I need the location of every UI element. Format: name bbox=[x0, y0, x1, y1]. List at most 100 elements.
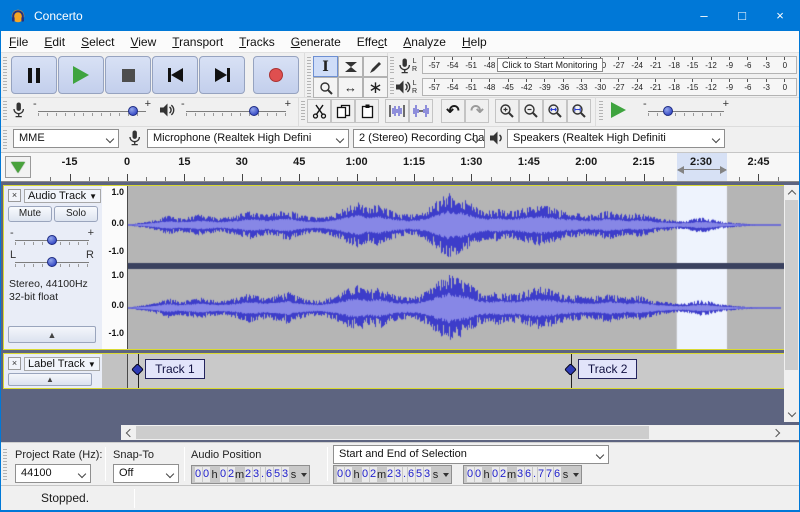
time-digit[interactable]: 3 bbox=[395, 467, 402, 482]
maximize-button[interactable]: □ bbox=[723, 1, 761, 31]
multi-tool-button[interactable]: ∗ bbox=[363, 77, 388, 98]
play-speed-slider[interactable]: - + bbox=[643, 101, 729, 121]
selection-start-field[interactable]: 00h02m23.653s bbox=[333, 465, 452, 484]
time-digit[interactable]: 0 bbox=[195, 467, 202, 482]
time-digit[interactable]: 6 bbox=[554, 467, 561, 482]
time-digit[interactable]: 5 bbox=[416, 467, 423, 482]
vertical-scale-ruler[interactable]: 1.0 0.0 -1.0 1.0 0.0 -1.0 bbox=[102, 186, 128, 349]
draw-tool-button[interactable] bbox=[363, 56, 388, 77]
time-digit[interactable]: 0 bbox=[362, 467, 369, 482]
time-digit[interactable]: m bbox=[507, 469, 516, 481]
skip-to-start-button[interactable] bbox=[152, 56, 198, 94]
envelope-tool-button[interactable] bbox=[338, 56, 363, 77]
time-field-dropdown-arrow[interactable] bbox=[573, 473, 579, 477]
label-flag-icon[interactable] bbox=[564, 363, 577, 376]
pan-slider[interactable]: L R bbox=[10, 252, 94, 272]
time-digit[interactable]: h bbox=[352, 469, 361, 481]
close-button[interactable]: × bbox=[761, 1, 799, 31]
record-meter-grip[interactable] bbox=[390, 57, 394, 75]
project-rate-dropdown[interactable]: 44100 bbox=[15, 464, 91, 483]
transcription-toolbar-grip[interactable] bbox=[599, 101, 603, 122]
slider-thumb[interactable] bbox=[47, 257, 57, 267]
label-track-content[interactable]: Track 1 Track 2 bbox=[128, 354, 784, 388]
h-scrollbar-thumb[interactable] bbox=[136, 426, 649, 439]
time-digit[interactable]: . bbox=[261, 467, 265, 482]
slider-thumb[interactable] bbox=[663, 106, 673, 116]
fit-project-button[interactable] bbox=[567, 99, 591, 123]
time-digit[interactable]: 6 bbox=[408, 467, 415, 482]
menu-transport[interactable]: Transport bbox=[164, 32, 231, 52]
play-at-speed-button[interactable] bbox=[611, 102, 626, 118]
copy-button[interactable] bbox=[331, 99, 355, 123]
transport-toolbar-grip[interactable] bbox=[3, 57, 7, 93]
trim-audio-button[interactable] bbox=[385, 99, 409, 123]
time-digit[interactable]: 3 bbox=[424, 467, 431, 482]
menu-help[interactable]: Help bbox=[454, 32, 495, 52]
time-digit[interactable]: 0 bbox=[492, 467, 499, 482]
time-digit[interactable]: 6 bbox=[266, 467, 273, 482]
minimize-button[interactable]: – bbox=[685, 1, 723, 31]
time-digit[interactable]: 0 bbox=[220, 467, 227, 482]
time-digit[interactable]: h bbox=[210, 469, 219, 481]
time-digit[interactable]: . bbox=[403, 467, 407, 482]
time-digit[interactable]: 0 bbox=[475, 467, 482, 482]
audio-track-title-button[interactable]: Audio Track▼ bbox=[24, 189, 101, 203]
title-bar[interactable]: Concerto – □ × bbox=[1, 1, 799, 31]
time-digit[interactable]: 2 bbox=[245, 467, 252, 482]
collapse-label-track-button[interactable]: ▲ bbox=[8, 373, 92, 386]
playback-volume-slider[interactable]: - + bbox=[181, 101, 291, 121]
undo-button[interactable]: ↶ bbox=[441, 99, 465, 123]
label-text[interactable]: Track 2 bbox=[578, 359, 638, 379]
label-text[interactable]: Track 1 bbox=[145, 359, 205, 379]
time-digit[interactable]: 7 bbox=[546, 467, 553, 482]
time-field-dropdown-arrow[interactable] bbox=[301, 473, 307, 477]
menu-select[interactable]: Select bbox=[73, 32, 122, 52]
tools-toolbar-grip[interactable] bbox=[307, 57, 311, 97]
recording-meter[interactable]: Click to Start Monitoring -57-54-51-48-4… bbox=[422, 56, 797, 74]
scroll-up-button[interactable] bbox=[784, 185, 799, 200]
collapse-track-button[interactable]: ▲ bbox=[8, 326, 96, 343]
solo-button[interactable]: Solo bbox=[54, 206, 98, 222]
paste-button[interactable] bbox=[355, 99, 379, 123]
menu-effect[interactable]: Effect bbox=[349, 32, 395, 52]
timeline-ruler[interactable]: -1501530451:001:151:301:452:002:152:302:… bbox=[1, 153, 799, 181]
time-digit[interactable]: m bbox=[235, 469, 244, 481]
time-shift-tool-button[interactable]: ↔ bbox=[338, 77, 363, 98]
menu-generate[interactable]: Generate bbox=[283, 32, 349, 52]
cut-button[interactable] bbox=[307, 99, 331, 123]
zoom-tool-button[interactable] bbox=[313, 77, 338, 98]
audio-track-close-button[interactable]: × bbox=[8, 189, 21, 202]
label-track-close-button[interactable]: × bbox=[8, 357, 21, 370]
time-digit[interactable]: 3 bbox=[517, 467, 524, 482]
slider-thumb[interactable] bbox=[47, 235, 57, 245]
recording-device-dropdown[interactable]: Microphone (Realtek High Defini bbox=[147, 129, 349, 148]
menu-analyze[interactable]: Analyze bbox=[395, 32, 454, 52]
mixer-toolbar-grip[interactable] bbox=[3, 101, 7, 122]
slider-thumb[interactable] bbox=[249, 106, 259, 116]
recording-channels-dropdown[interactable]: 2 (Stereo) Recording Channels bbox=[353, 129, 485, 148]
playback-meter[interactable]: -57-54-51-48-45-42-39-36-33-30-27-24-21-… bbox=[422, 78, 797, 96]
mute-button[interactable]: Mute bbox=[8, 206, 52, 222]
menu-tracks[interactable]: Tracks bbox=[231, 32, 283, 52]
selection-range-mode-dropdown[interactable]: Start and End of Selection bbox=[333, 445, 609, 464]
scroll-left-button[interactable] bbox=[121, 425, 136, 440]
time-digit[interactable]: 3 bbox=[253, 467, 260, 482]
device-toolbar-grip[interactable] bbox=[3, 130, 7, 149]
scroll-down-button[interactable] bbox=[784, 407, 799, 422]
skip-to-end-button[interactable] bbox=[199, 56, 245, 94]
selection-end-field[interactable]: 00h02m36.776s bbox=[463, 465, 582, 484]
play-meter-grip[interactable] bbox=[390, 78, 394, 96]
audio-position-field[interactable]: 00h02m23.653s bbox=[191, 465, 310, 484]
recording-volume-slider[interactable]: - + bbox=[33, 101, 151, 121]
time-digit[interactable]: 7 bbox=[538, 467, 545, 482]
time-digit[interactable]: 2 bbox=[370, 467, 377, 482]
time-digit[interactable]: 3 bbox=[282, 467, 289, 482]
selection-toolbar-grip[interactable] bbox=[3, 449, 7, 480]
record-button[interactable] bbox=[253, 56, 299, 94]
time-digit[interactable]: m bbox=[377, 469, 386, 481]
gain-slider[interactable]: - + bbox=[10, 230, 94, 250]
playback-device-dropdown[interactable]: Speakers (Realtek High Definiti bbox=[507, 129, 725, 148]
menu-edit[interactable]: Edit bbox=[36, 32, 73, 52]
fit-selection-button[interactable] bbox=[543, 99, 567, 123]
time-digit[interactable]: 0 bbox=[337, 467, 344, 482]
